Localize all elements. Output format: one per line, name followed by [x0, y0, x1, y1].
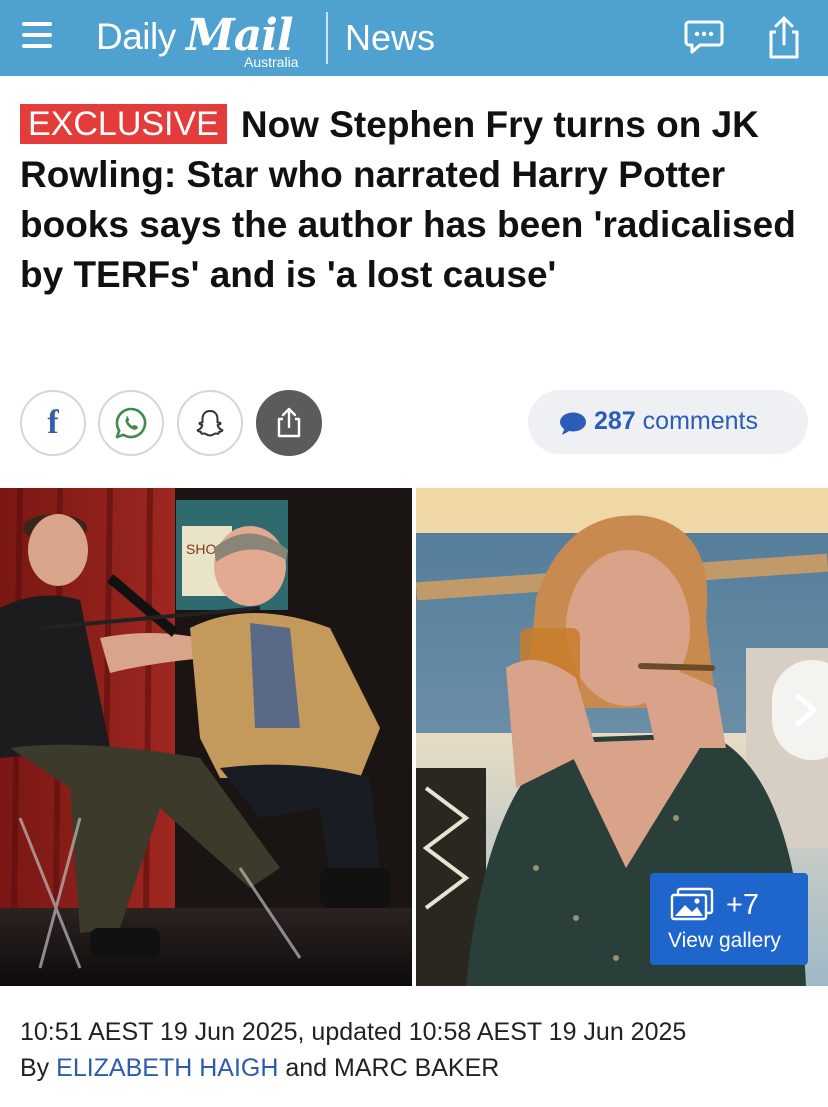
section-label[interactable]: News	[345, 17, 435, 59]
logo-daily: Daily	[96, 16, 176, 57]
byline: By ELIZABETH HAIGH and MARC BAKER	[20, 1050, 686, 1086]
article-headline: EXCLUSIVE Now Stephen Fry turns on JK Row…	[20, 100, 810, 300]
menu-icon[interactable]	[20, 18, 54, 52]
article-meta: 10:51 AEST 19 Jun 2025, updated 10:58 AE…	[20, 1014, 686, 1086]
publish-timestamp: 10:51 AEST 19 Jun 2025, updated 10:58 AE…	[20, 1018, 687, 1046]
header-divider	[326, 12, 328, 64]
gallery-label: View gallery	[668, 929, 781, 952]
byline-prefix: By	[20, 1054, 50, 1082]
whatsapp-icon	[115, 407, 147, 439]
article-image-stephen-fry[interactable]: SHO	[0, 488, 412, 986]
comments-button[interactable]: 287 comments	[528, 390, 808, 454]
gallery-icon	[670, 887, 714, 921]
author-link[interactable]: ELIZABETH HAIGH	[56, 1054, 278, 1082]
snapchat-share-button[interactable]	[177, 390, 243, 456]
byline-and: and	[285, 1054, 328, 1082]
exclusive-badge: EXCLUSIVE	[20, 104, 227, 144]
snapchat-icon	[196, 410, 224, 437]
logo-edition: Australia	[244, 54, 299, 70]
author-name: MARC BAKER	[334, 1054, 500, 1082]
comments-count: 287 comments	[594, 407, 758, 435]
share-button[interactable]	[256, 390, 322, 456]
view-gallery-button[interactable]: +7 View gallery	[650, 873, 808, 965]
gallery-count: +7	[726, 889, 760, 921]
top-bar: Daily Mail Australia News	[0, 0, 828, 76]
whatsapp-share-button[interactable]	[98, 390, 164, 456]
facebook-share-button[interactable]: f	[20, 390, 86, 456]
comment-bubble-icon	[560, 412, 586, 435]
svg-text:SHO: SHO	[186, 541, 216, 557]
chevron-right-icon	[795, 693, 817, 727]
next-image-button[interactable]	[772, 660, 828, 760]
share-icon[interactable]	[764, 16, 804, 59]
comment-icon[interactable]	[684, 16, 724, 56]
facebook-icon: f	[47, 404, 59, 441]
share-icon	[277, 407, 301, 438]
